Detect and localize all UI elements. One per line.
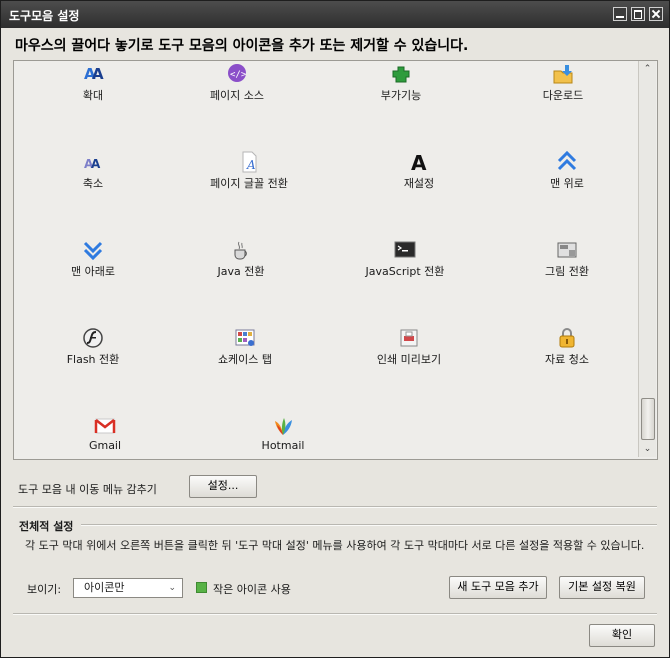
scroll-top-icon	[557, 151, 577, 171]
scroll-up-arrow-icon[interactable]: ⌃	[641, 64, 654, 74]
javascript-icon	[394, 241, 416, 258]
palette-item-label: Hotmail	[261, 439, 305, 452]
gmail-icon	[94, 418, 116, 434]
restore-defaults-button[interactable]: 기본 설정 복원	[559, 576, 645, 599]
scroll-bottom-icon	[83, 241, 103, 261]
palette-item-label: 자료 청소	[545, 353, 589, 366]
svg-text:A: A	[411, 151, 427, 173]
palette-item-label: 그림 전환	[545, 265, 589, 278]
small-icons-label: 작은 아이콘 사용	[213, 583, 291, 596]
ok-button[interactable]: 확인	[589, 624, 655, 647]
hotmail-icon	[275, 418, 292, 435]
settings-button[interactable]: 설정...	[189, 475, 257, 498]
page-source-icon: </>	[228, 64, 247, 82]
palette-item-label: 재설정	[403, 177, 435, 190]
palette-item-label: 부가기능	[380, 89, 422, 102]
palette-item-label: Java 전환	[217, 265, 265, 278]
clear-data-icon	[559, 328, 575, 348]
reset-icon: A	[411, 151, 427, 173]
divider	[13, 613, 657, 615]
hide-menu-label: 도구 모음 내 이동 메뉴 감추기	[18, 483, 157, 496]
global-settings-title: 전체적 설정	[19, 518, 78, 534]
images-icon	[557, 242, 577, 258]
palette-item-label: 축소	[82, 177, 104, 190]
scroll-thumb[interactable]	[641, 398, 655, 440]
java-icon	[234, 241, 247, 260]
palette-item-label: 페이지 글꼴 전환	[210, 177, 288, 190]
page-font-icon: A	[242, 151, 257, 173]
svg-text:</>: </>	[230, 70, 247, 80]
print-preview-icon	[400, 329, 418, 347]
window-title: 도구모음 설정	[9, 9, 80, 23]
show-mode-select[interactable]: 아이콘만 ⌄	[73, 578, 183, 598]
palette-item-label: 쇼케이스 탭	[217, 353, 273, 366]
divider	[13, 506, 657, 508]
instruction-text: 마우스의 끌어다 놓기로 도구 모음의 아이콘을 추가 또는 제거할 수 있습니…	[15, 38, 469, 54]
svg-text:A: A	[92, 65, 104, 83]
toolbar-item-palette: AA 확대 </> 페이지 소스 부가기능 다운로드 AA 축소 A 페이지 글…	[13, 60, 658, 460]
minimize-button[interactable]	[613, 7, 627, 21]
palette-item-label: 다운로드	[542, 89, 584, 102]
svg-text:A: A	[246, 158, 256, 172]
downloads-icon	[553, 65, 573, 84]
palette-scrollbar[interactable]: ⌃ ⌄	[638, 61, 656, 457]
showcase-icon	[235, 329, 255, 346]
scroll-down-arrow-icon[interactable]: ⌄	[641, 444, 654, 454]
palette-item-label: JavaScript 전환	[365, 265, 445, 278]
close-button[interactable]	[649, 7, 663, 21]
palette-item-label: 맨 위로	[550, 177, 584, 190]
add-toolbar-button[interactable]: 새 도구 모음 추가	[449, 576, 547, 599]
customize-toolbar-dialog: 도구모음 설정 마우스의 끌어다 놓기로 도구 모음의 아이콘을 추가 또는 제…	[0, 0, 670, 658]
show-label: 보이기:	[27, 583, 62, 596]
group-border	[81, 524, 657, 526]
palette-item-label: 맨 아래로	[71, 265, 115, 278]
addons-icon	[392, 66, 410, 83]
maximize-button[interactable]	[631, 7, 645, 21]
show-mode-value: 아이콘만	[84, 581, 125, 594]
zoom-out-icon: AA	[84, 157, 101, 171]
title-bar[interactable]: 도구모음 설정	[1, 1, 669, 28]
palette-item-label: 확대	[82, 89, 104, 102]
svg-text:A: A	[91, 157, 101, 171]
chevron-down-icon: ⌄	[168, 583, 176, 593]
small-icons-checkbox[interactable]	[196, 582, 207, 593]
palette-item-label: 페이지 소스	[209, 89, 265, 102]
zoom-in-icon: AA	[84, 65, 104, 83]
palette-item-label: 인쇄 미리보기	[376, 353, 442, 366]
palette-item-label: Flash 전환	[66, 353, 120, 366]
flash-icon	[83, 328, 103, 348]
palette-item-label: Gmail	[88, 439, 122, 452]
global-settings-description: 각 도구 막대 위에서 오른쪽 버튼을 클릭한 뒤 '도구 막대 설정' 메뉴를…	[25, 539, 645, 552]
